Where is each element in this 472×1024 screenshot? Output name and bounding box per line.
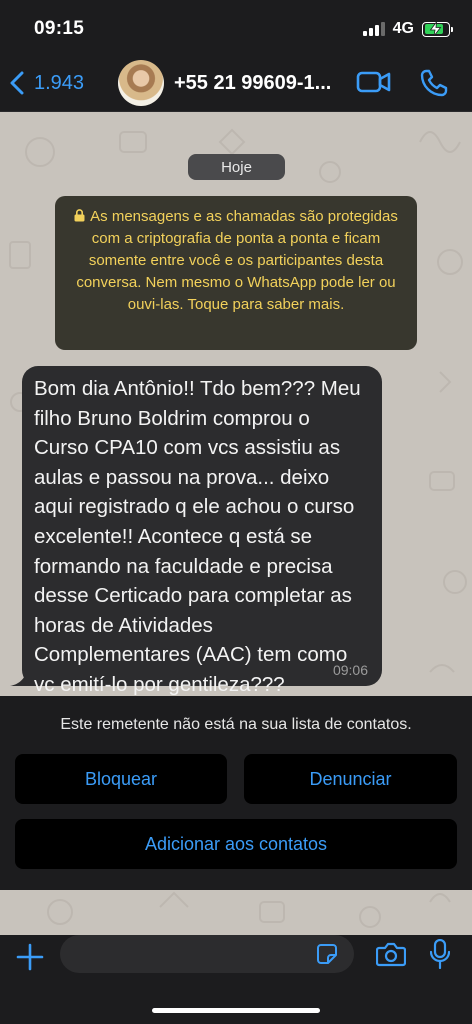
battery-icon [422,21,453,37]
report-button[interactable]: Denunciar [244,754,457,804]
chat-header: 1.943 +55 21 99609-1... [0,54,472,112]
sticker-icon[interactable] [316,943,338,965]
network-type: 4G [392,20,414,37]
camera-icon[interactable] [376,941,406,967]
encryption-notice[interactable]: As mensagens e as chamadas são protegida… [55,196,417,350]
signal-strength-icon [362,22,385,36]
status-bar: 09:15 4G [0,0,472,54]
block-button[interactable]: Bloquear [15,754,227,804]
status-time: 09:15 [34,18,85,39]
home-indicator [152,1008,320,1013]
message-text: Bom dia Antônio!! Tdo bem??? Meu filho B… [34,377,361,696]
lock-icon [74,209,85,222]
microphone-icon[interactable] [430,939,450,969]
video-camera-icon[interactable] [356,69,392,95]
contact-avatar[interactable] [118,60,164,106]
chat-area[interactable]: Hoje As mensagens e as chamadas são prot… [0,112,472,935]
encryption-notice-text: As mensagens e as chamadas são protegida… [76,208,398,313]
message-composer [0,935,472,1024]
status-indicators: 4G [362,20,453,38]
plus-icon[interactable] [16,943,44,971]
unread-chats-count: 1.943 [34,71,85,94]
date-separator: Hoje [188,154,285,180]
back-button[interactable]: 1.943 [10,66,84,100]
message-input[interactable] [60,935,354,973]
incoming-message-bubble[interactable]: Bom dia Antônio!! Tdo bem??? Meu filho B… [22,366,382,696]
message-time: 09:06 [332,662,368,678]
add-to-contacts-button[interactable]: Adicionar aos contatos [15,819,457,869]
contact-name[interactable]: +55 21 99609-1... [174,72,331,95]
phone-icon[interactable] [418,67,450,99]
chevron-left-icon [10,71,24,95]
unknown-sender-panel: Este remetente não está na sua lista de … [0,696,472,890]
unknown-sender-notice: Este remetente não está na sua lista de … [60,716,412,733]
charging-bolt-icon [429,21,442,36]
